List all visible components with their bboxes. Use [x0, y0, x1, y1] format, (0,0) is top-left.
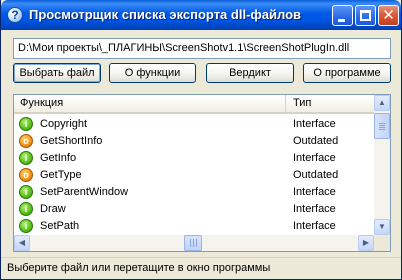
- function-type: Interface: [293, 118, 336, 130]
- select-file-button[interactable]: Выбрать файл: [13, 63, 101, 83]
- verdict-button[interactable]: Вердикт: [206, 63, 294, 83]
- interface-icon: i: [19, 219, 33, 233]
- scroll-up-button[interactable]: ▲: [374, 95, 390, 111]
- title-bar[interactable]: ? Просмотрщик списка экспорта dll-файлов…: [1, 0, 401, 30]
- close-icon: ✕: [382, 7, 395, 24]
- close-button[interactable]: ✕: [378, 5, 399, 26]
- scrollbar-corner: [374, 235, 390, 251]
- function-type: Outdated: [293, 169, 339, 181]
- scroll-right-button[interactable]: ▶: [358, 235, 374, 251]
- status-bar: Выберите файл или перетащите в окно прог…: [1, 257, 401, 279]
- maximize-button[interactable]: [355, 5, 376, 26]
- scroll-left-button[interactable]: ◀: [14, 235, 30, 251]
- interface-icon: i: [19, 151, 33, 165]
- list-item[interactable]: i Draw Interface: [14, 201, 374, 218]
- interface-icon: i: [19, 117, 33, 131]
- vertical-scroll-thumb[interactable]: [374, 113, 390, 139]
- interface-icon: i: [19, 202, 33, 216]
- function-type: Interface: [293, 152, 336, 164]
- list-item[interactable]: i SetParentWindow Interface: [14, 184, 374, 201]
- outdated-icon: o: [19, 168, 33, 182]
- scroll-down-button[interactable]: ▼: [374, 219, 390, 235]
- interface-icon: i: [19, 185, 33, 199]
- outdated-icon: o: [19, 134, 33, 148]
- minimize-icon: [338, 19, 345, 22]
- function-name: Copyright: [40, 118, 88, 130]
- list-item[interactable]: o GetShortInfo Outdated: [14, 133, 374, 150]
- list-item[interactable]: i SetPath Interface: [14, 218, 374, 235]
- column-header-type[interactable]: Тип: [287, 95, 374, 112]
- list-item[interactable]: i Copyright Interface: [14, 116, 374, 133]
- horizontal-scroll-thumb[interactable]: [184, 235, 202, 251]
- file-path-field[interactable]: D:\Мои проекты\_ПЛАГИНЫ\ScreenShotv1.1\S…: [13, 38, 391, 59]
- function-name: GetInfo: [40, 152, 77, 164]
- window-title: Просмотрщик списка экспорта dll-файлов: [29, 7, 302, 22]
- vertical-scrollbar[interactable]: ▲ ▼: [374, 95, 390, 235]
- about-program-button[interactable]: О программе: [303, 63, 391, 83]
- function-type: Interface: [293, 220, 336, 232]
- question-icon: ?: [7, 7, 23, 23]
- function-name: GetType: [40, 169, 82, 181]
- function-name: Draw: [40, 203, 66, 215]
- exports-list[interactable]: Функция Тип i Copyright Interface o GetShort…: [13, 94, 391, 252]
- about-function-button[interactable]: О функции: [109, 63, 196, 83]
- maximize-icon: [360, 10, 371, 21]
- function-name: SetParentWindow: [40, 186, 129, 198]
- function-type: Interface: [293, 203, 336, 215]
- horizontal-scrollbar[interactable]: ◀ ▶: [14, 235, 374, 251]
- list-item[interactable]: o GetType Outdated: [14, 167, 374, 184]
- list-header: Функция Тип: [14, 95, 374, 114]
- list-rows: i Copyright Interface o GetShortInfo Outdated…: [14, 116, 374, 235]
- function-name: GetShortInfo: [40, 135, 103, 147]
- column-header-function[interactable]: Функция: [14, 95, 286, 112]
- minimize-button[interactable]: [332, 5, 353, 26]
- list-item[interactable]: i GetInfo Interface: [14, 150, 374, 167]
- function-type: Outdated: [293, 135, 339, 147]
- app-window: ? Просмотрщик списка экспорта dll-файлов…: [0, 0, 402, 280]
- function-name: SetPath: [40, 220, 80, 232]
- function-type: Interface: [293, 186, 336, 198]
